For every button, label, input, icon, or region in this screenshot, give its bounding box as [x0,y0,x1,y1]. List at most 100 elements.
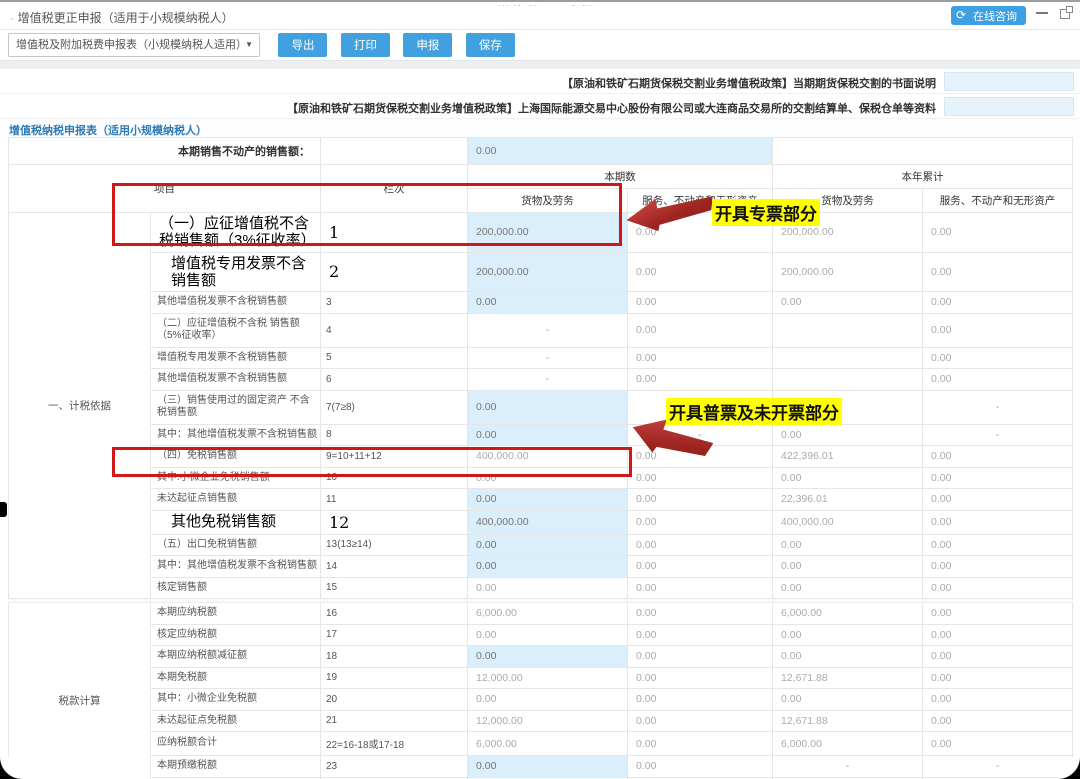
cell-current-services: 0.00 [628,577,773,599]
report-type-select[interactable]: 增值税及附加税费申报表（小规模纳税人适用） ▼ [8,33,260,57]
cell-ytd-services: 0.00 [923,732,1073,756]
cell-ytd-services: 0.00 [923,489,1073,511]
notice-label: 【原油和铁矿石期货保税交割业务增值税政策】当期期货保税交割的书面说明 [562,75,936,91]
cell-ytd-services: 0.00 [923,710,1073,732]
table-row: 未达起征点免税额2112,000.000.0012,671.880.00 [9,710,1073,732]
cell-ytd-services: 0.00 [923,252,1073,292]
cell-ytd-services: - [923,390,1073,424]
save-button[interactable]: 保存 [466,33,515,57]
row-column-number: 22=16-18或17-18 [321,732,468,756]
cell-ytd-services: 0.00 [923,689,1073,711]
cell-current-goods: 0.00 [468,577,628,599]
row-label: 应纳税额合计 [151,732,321,756]
restore-window-icon[interactable] [1060,9,1070,19]
divider [0,60,1080,69]
table-row: 本期预缴税额230.000.00-- [9,756,1073,778]
empty-cell [321,138,468,165]
row-column-number: 6 [321,369,468,391]
cell-ytd-goods: 0.00 [773,689,923,711]
row-column-number: 8 [321,424,468,446]
annotation-general-invoice-label: 开具普票及未开票部分 [666,398,842,425]
cell-ytd-goods: 12,671.88 [773,667,923,689]
cell-ytd-services: 0.00 [923,313,1073,347]
cell-ytd-goods: 6,000.00 [773,603,923,625]
cell-ytd-goods: 0.00 [773,292,923,314]
cell-ytd-goods: 0.00 [773,424,923,446]
cell-current-services: 0.00 [628,510,773,534]
cell-current-goods[interactable]: 0.00 [468,424,628,446]
online-consult-button[interactable]: ⟳ 在线咨询 [951,6,1026,25]
table-row: （二）应征增值税不含税 销售额（5%征收率）4-0.000.00 [9,313,1073,347]
cell-ytd-services: - [923,424,1073,446]
row-column-number: 10 [321,467,468,489]
cell-ytd-goods [773,347,923,369]
notice-input[interactable] [944,97,1074,116]
cell-current-goods[interactable]: 200,000.00 [468,252,628,292]
row-column-number: 13(13≥14) [321,534,468,556]
row-label: 其他增值税发票不含税销售额 [151,369,321,391]
cell-current-services: 0.00 [628,489,773,511]
print-button[interactable]: 打印 [341,33,390,57]
table-row: 其中：其他增值税发票不含税销售额80.00-0.00- [9,424,1073,446]
row-column-number: 21 [321,710,468,732]
row-label: 本期预缴税额 [151,756,321,778]
cell-current-goods[interactable]: 0.00 [468,646,628,668]
row-label: （二）应征增值税不含税 销售额（5%征收率） [151,313,321,347]
cell-current-goods[interactable]: 0.00 [468,292,628,314]
cell-current-goods: 0.00 [468,624,628,646]
row-label: （三）销售使用过的固定资产 不含税销售额 [151,390,321,424]
table-row: 其他免税销售额12400,000.000.00400,000.000.00 [9,510,1073,534]
cell-current-goods[interactable]: 200,000.00 [468,213,628,253]
row-label: 核定应纳税额 [151,624,321,646]
export-button[interactable]: 导出 [278,33,327,57]
cell-current-goods[interactable]: 0.00 [468,756,628,778]
annotation-special-invoice-label: 开具专票部分 [712,199,820,226]
notice-input[interactable] [944,72,1074,91]
cell-ytd-goods: 0.00 [773,556,923,578]
row-label: 其中：其他增值税发票不含税销售额 [151,556,321,578]
row-label: 未达起征点免税额 [151,710,321,732]
declare-button[interactable]: 申报 [403,33,452,57]
row-label: （四）免税销售额 [151,446,321,468]
cell-current-goods: - [468,369,628,391]
cell-current-services: 0.00 [628,624,773,646]
table-row: 核定应纳税额170.000.000.000.00 [9,624,1073,646]
real-estate-sales-value[interactable]: 0.00 [468,138,773,165]
table-row: 其中：其他增值税发票不含税销售额140.000.000.000.00 [9,556,1073,578]
row-label: 其中：其他增值税发票不含税销售额 [151,424,321,446]
row-label: 其他免税销售额 [151,510,321,534]
row-label: 本期应纳税额减征额 [151,646,321,668]
cell-current-services: 0.00 [628,646,773,668]
table-row: 应纳税额合计22=16-18或17-186,000.000.006,000.00… [9,732,1073,756]
titlebar: ·增值税更正申报（适用于小规模纳税人） ⟳ 在线咨询 [0,2,1080,30]
cell-ytd-services: 0.00 [923,667,1073,689]
table-row: 本期应纳税额减征额180.000.000.000.00 [9,646,1073,668]
table-row: 其中:小微企业免税销售额100.000.000.000.00 [9,467,1073,489]
cell-current-goods[interactable]: 0.00 [468,556,628,578]
cell-ytd-goods: 422,396.01 [773,446,923,468]
cell-current-goods[interactable]: 0.00 [468,489,628,511]
cell-current-goods[interactable]: 0.00 [468,534,628,556]
row-label: 本期免税额 [151,667,321,689]
row-label: 未达起征点销售额 [151,489,321,511]
header-services: 服务、不动产和无形资产 [923,189,1073,213]
cell-current-services: 0.00 [628,603,773,625]
cell-ytd-goods: 6,000.00 [773,732,923,756]
header-item: 项目 [9,165,321,213]
cell-current-goods: 12,000.00 [468,667,628,689]
real-estate-sales-label: 本期销售不动产的销售额： [9,138,321,165]
cell-current-goods[interactable]: 400,000.00 [468,510,628,534]
table-row: 未达起征点销售额110.000.0022,396.010.00 [9,489,1073,511]
row-column-number: 2 [321,252,468,292]
cell-current-services: 0.00 [628,556,773,578]
cell-current-goods[interactable]: 0.00 [468,390,628,424]
cell-ytd-services: - [923,756,1073,778]
cell-ytd-services: 0.00 [923,213,1073,253]
row-column-number: 12 [321,510,468,534]
vat-report-table: 本期销售不动产的销售额： 0.00 项目 栏次 本期数 本年累计 货物及劳务 服… [8,137,1073,779]
cell-ytd-goods: 22,396.01 [773,489,923,511]
cell-ytd-goods [773,369,923,391]
row-column-number: 3 [321,292,468,314]
cell-ytd-goods: 200,000.00 [773,252,923,292]
minimize-icon[interactable] [1036,12,1048,14]
